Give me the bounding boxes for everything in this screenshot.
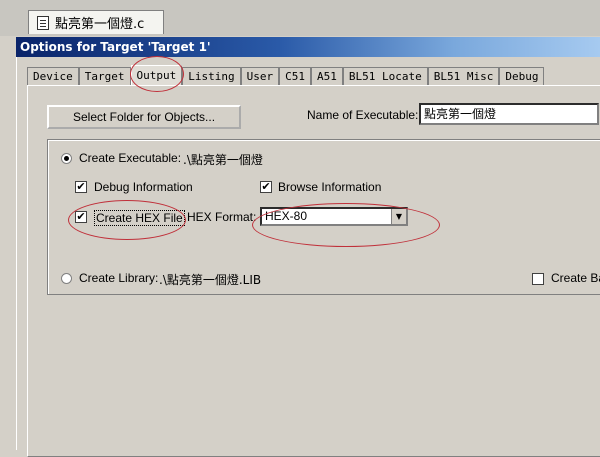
tab-listing[interactable]: Listing (182, 67, 241, 85)
select-folder-button[interactable]: Select Folder for Objects... (47, 105, 241, 129)
create-executable-radio[interactable] (61, 153, 72, 164)
name-of-executable-label: Name of Executable: (307, 108, 419, 122)
hex-format-select[interactable]: HEX-80 ▼ (260, 207, 408, 226)
tab-a51[interactable]: A51 (310, 67, 343, 85)
dialog-titlebar: Options for Target 'Target 1' (16, 37, 600, 57)
file-tab-label: 點亮第一個燈.c (55, 17, 145, 32)
file-icon (37, 15, 49, 30)
file-tab[interactable]: 點亮第一個燈.c (28, 10, 164, 34)
tab-debug[interactable]: Debug (499, 67, 545, 85)
tab-user[interactable]: User (240, 67, 280, 85)
hex-format-label: HEX Format: (187, 210, 257, 224)
tab-bar: Device Target Output Listing User C51 A5… (27, 65, 545, 85)
tab-c51[interactable]: C51 (279, 67, 311, 85)
create-library-label: Create Library: (79, 271, 159, 285)
browse-information-checkbox[interactable]: ✔ (260, 181, 272, 193)
tab-target[interactable]: Target (78, 67, 131, 85)
name-of-executable-input[interactable]: 點亮第一個燈 (419, 103, 599, 125)
chevron-down-icon[interactable]: ▼ (391, 209, 406, 224)
options-dialog: Device Target Output Listing User C51 A5… (16, 57, 600, 457)
create-library-path: .\點亮第一個燈.LIB (159, 273, 262, 287)
create-executable-label: Create Executable: (79, 151, 182, 165)
tab-output[interactable]: Output (130, 65, 183, 85)
create-executable-path: .\點亮第一個燈 (183, 153, 263, 167)
create-hex-file-checkbox[interactable]: ✔ (75, 211, 87, 223)
debug-information-checkbox[interactable]: ✔ (75, 181, 87, 193)
tab-bl51-misc[interactable]: BL51 Misc (427, 67, 500, 85)
create-hex-file-label: Create HEX File (94, 210, 185, 226)
hex-format-value: HEX-80 (265, 209, 308, 223)
browse-information-label: Browse Information (278, 180, 382, 194)
debug-information-label: Debug Information (94, 180, 193, 194)
create-batch-label: Create Ba (551, 271, 600, 285)
tab-bl51-locate[interactable]: BL51 Locate (342, 67, 428, 85)
create-batch-checkbox[interactable] (532, 273, 544, 285)
dialog-title: Options for Target 'Target 1' (20, 40, 211, 54)
create-library-radio[interactable] (61, 273, 72, 284)
tab-device[interactable]: Device (27, 67, 79, 85)
file-tab-strip: 點亮第一個燈.c (0, 0, 600, 36)
